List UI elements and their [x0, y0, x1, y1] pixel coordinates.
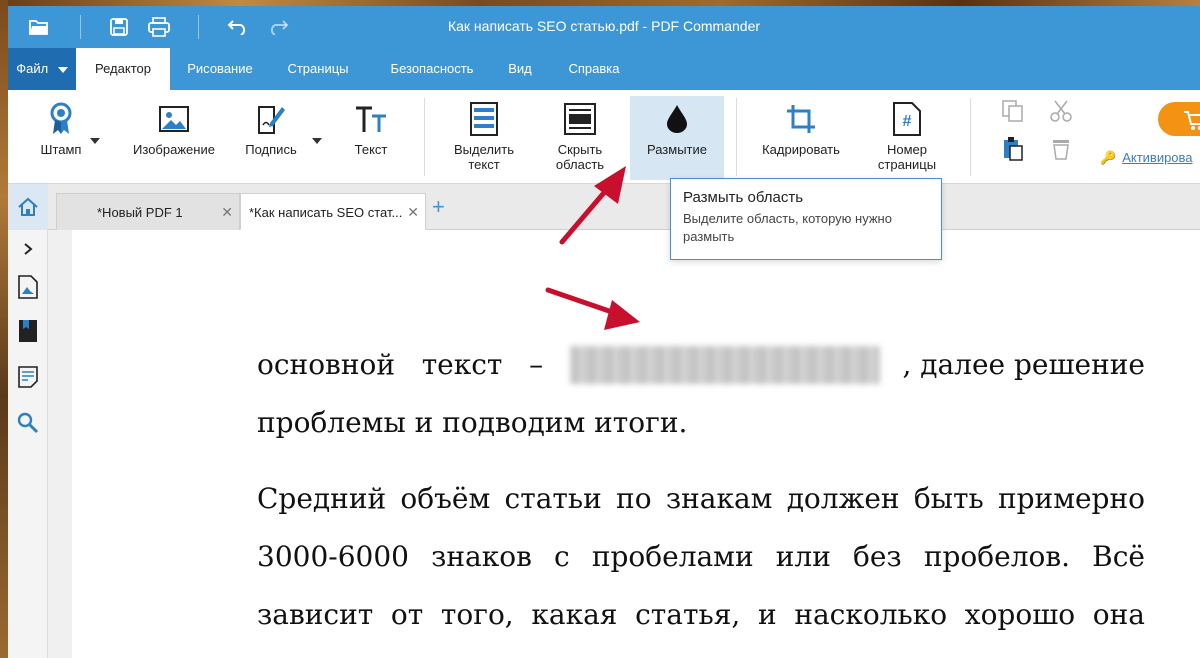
highlight-text-icon [448, 96, 520, 142]
ribbon-toolbar: Штамп Изображение Подпись Текст Выделить… [8, 90, 1200, 184]
stamp-icon [26, 96, 96, 142]
paragraph-1: основной текст – , далее решение проблем… [257, 336, 1145, 452]
crop-label: Кадрировать [762, 142, 840, 157]
tooltip-title: Размыть область [683, 189, 804, 206]
tooltip-description-2: размыть [683, 229, 735, 244]
tab-view[interactable]: Вид [496, 48, 544, 90]
doc-tab-seo-article[interactable]: *Как написать SEO стат... ✕ [240, 193, 426, 230]
buy-button[interactable] [1158, 102, 1200, 136]
crop-button[interactable]: Кадрировать [756, 96, 846, 180]
chevron-down-icon[interactable] [312, 138, 322, 144]
title-bar: Как написать SEO статью.pdf - PDF Comman… [8, 6, 1200, 48]
text-icon [338, 96, 404, 142]
doc-tab-label: *Новый PDF 1 [97, 205, 183, 220]
text-line: проблемы и подводим итоги. [257, 406, 688, 439]
page-thumbnail-icon [18, 275, 38, 299]
page-number-button[interactable]: # Номер страницы [864, 96, 950, 180]
page-number-icon: # [864, 96, 950, 142]
ribbon-separator [736, 98, 737, 176]
document-tab-bar: *Новый PDF 1 ✕ *Как написать SEO стат...… [48, 184, 1200, 230]
tab-editor[interactable]: Редактор [76, 48, 170, 91]
page-number-label-1: Номер [886, 142, 927, 157]
copy-icon[interactable] [1002, 100, 1024, 127]
text-word: текст [421, 348, 503, 381]
text-word: основной [257, 348, 396, 381]
text-word: – [529, 348, 544, 381]
text-line: основной текст – , далее решение [257, 336, 1145, 394]
home-button[interactable] [8, 184, 48, 230]
doc-tab-label: *Как написать SEO стат... [249, 205, 403, 220]
menu-bar: Файл Редактор Рисование Страницы Безопас… [8, 48, 1200, 91]
crop-icon [756, 96, 846, 142]
image-label: Изображение [133, 142, 215, 157]
tab-drawing[interactable]: Рисование [172, 48, 268, 90]
svg-text:#: # [903, 113, 912, 130]
image-icon [124, 96, 224, 142]
left-sidebar [8, 184, 48, 658]
chevron-right-icon [24, 243, 33, 255]
search-button[interactable] [15, 410, 41, 436]
chevron-down-icon[interactable] [90, 138, 100, 144]
pdf-page: основной текст – , далее решение проблем… [72, 230, 1200, 658]
blur-button[interactable]: Размытие [630, 96, 724, 180]
stamp-label: Штамп [40, 142, 82, 157]
text-line: Средний объём статьи по знакам должен бы… [257, 482, 1145, 515]
key-icon: 🔑 [1100, 150, 1117, 165]
cart-icon [1184, 111, 1200, 130]
activate-link[interactable]: 🔑 Активирова [1100, 150, 1193, 166]
tab-pages[interactable]: Страницы [270, 48, 366, 90]
expand-sidebar-button[interactable] [15, 236, 41, 262]
bookmark-icon [19, 320, 37, 342]
home-icon [18, 197, 38, 216]
scissors-icon[interactable] [1050, 100, 1072, 127]
image-button[interactable]: Изображение [124, 96, 224, 180]
trash-icon[interactable] [1050, 138, 1072, 165]
blurred-area [569, 346, 880, 384]
text-label: Текст [354, 142, 388, 157]
notes-icon [18, 366, 38, 388]
thumbnails-button[interactable] [15, 274, 41, 300]
close-icon[interactable]: ✕ [407, 194, 419, 229]
text-line: 3000-6000 знаков с пробелами или без про… [257, 540, 1145, 573]
doc-tab-new-pdf[interactable]: *Новый PDF 1 ✕ [56, 193, 240, 230]
bookmarks-button[interactable] [15, 318, 41, 344]
tab-help[interactable]: Справка [552, 48, 636, 90]
file-menu-button[interactable]: Файл [8, 48, 76, 90]
app-window: Как написать SEO статью.pdf - PDF Comman… [8, 6, 1200, 658]
paragraph-2: Средний объём статьи по знакам должен бы… [257, 470, 1145, 644]
hide-area-button[interactable]: Скрыть область [544, 96, 616, 180]
desktop-wallpaper-left [0, 0, 8, 658]
text-after-blur: , далее решение [902, 348, 1145, 381]
signature-icon [236, 96, 306, 142]
paste-icon[interactable] [1002, 136, 1024, 167]
signature-button[interactable]: Подпись [236, 96, 306, 180]
hide-area-label-1: Скрыть [557, 142, 603, 157]
activate-label: Активирова [1122, 150, 1193, 165]
blur-label: Размытие [646, 142, 707, 157]
stamp-button[interactable]: Штамп [26, 96, 96, 180]
file-menu-label: Файл [16, 61, 49, 76]
hide-area-icon [544, 96, 616, 142]
blur-tooltip: Размыть область Выделите область, котору… [670, 178, 942, 260]
add-tab-icon[interactable]: + [432, 194, 445, 220]
window-title: Как написать SEO статью.pdf - PDF Comman… [447, 18, 761, 34]
highlight-text-label-2: текст [468, 157, 500, 172]
page-number-label-2: страницы [877, 157, 937, 172]
ribbon-separator [424, 98, 425, 176]
tooltip-description-1: Выделите область, которую нужно [683, 211, 892, 226]
highlight-text-button[interactable]: Выделить текст [448, 96, 520, 180]
tab-security[interactable]: Безопасность [370, 48, 494, 90]
ribbon-separator [970, 98, 971, 176]
close-icon[interactable]: ✕ [221, 194, 233, 230]
signature-label: Подпись [245, 142, 297, 157]
notes-button[interactable] [15, 364, 41, 390]
text-line: зависит от того, какая статья, и насколь… [257, 598, 1145, 631]
hide-area-label-2: область [555, 157, 605, 172]
search-icon [17, 412, 39, 434]
text-button[interactable]: Текст [338, 96, 404, 180]
document-viewport[interactable]: основной текст – , далее решение проблем… [48, 230, 1200, 658]
highlight-text-label-1: Выделить [454, 142, 514, 157]
blur-drop-icon [630, 96, 724, 142]
chevron-down-icon [57, 66, 68, 73]
